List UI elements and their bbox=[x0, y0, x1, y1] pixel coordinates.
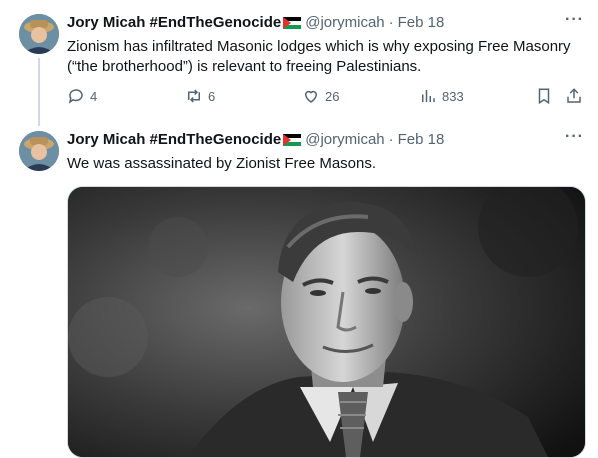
heart-icon bbox=[304, 90, 318, 103]
author-handle[interactable]: @jorymicah bbox=[305, 130, 384, 150]
separator: · bbox=[388, 14, 394, 31]
tweet-header: Jory Micah #EndTheGenocide @jorymicah · … bbox=[67, 130, 444, 150]
tweet-1[interactable]: Jory Micah #EndTheGenocide @jorymicah · … bbox=[0, 0, 598, 126]
tweet-header: Jory Micah #EndTheGenocide @jorymicah · … bbox=[67, 13, 444, 33]
thread-line bbox=[38, 58, 40, 126]
author-name[interactable]: Jory Micah #EndTheGenocide bbox=[67, 130, 281, 150]
reply-button[interactable]: 4 bbox=[67, 87, 97, 105]
tweet-date[interactable]: Feb 18 bbox=[398, 13, 445, 33]
tweet-media-image[interactable] bbox=[67, 186, 586, 458]
share-button[interactable] bbox=[565, 87, 588, 105]
more-icon[interactable]: ··· bbox=[565, 11, 584, 29]
tweet-actions: 4 6 26 833 bbox=[67, 87, 587, 109]
reply-count: 4 bbox=[90, 88, 98, 104]
views-icon bbox=[422, 90, 435, 102]
share-icon bbox=[567, 88, 581, 103]
palestine-flag-icon bbox=[283, 17, 302, 29]
separator: · bbox=[388, 131, 394, 148]
retweet-icon bbox=[188, 89, 200, 103]
like-button[interactable]: 26 bbox=[302, 87, 339, 105]
tweet-date[interactable]: Feb 18 bbox=[398, 130, 445, 150]
tweet-text: We was assassinated by Zionist Free Maso… bbox=[67, 154, 587, 174]
author-handle[interactable]: @jorymicah bbox=[305, 13, 384, 33]
views-button[interactable]: 833 bbox=[419, 87, 464, 105]
tweet-text-line: We was assassinated by Zionist Free Maso… bbox=[67, 155, 377, 172]
bookmark-button[interactable] bbox=[535, 87, 558, 105]
portrait-photo bbox=[68, 187, 585, 457]
reply-icon bbox=[68, 89, 83, 104]
tweet-text: Zionism has infiltrated Masonic lodges w… bbox=[67, 37, 587, 77]
view-count: 833 bbox=[442, 88, 464, 104]
retweet-count: 6 bbox=[208, 88, 216, 104]
avatar[interactable] bbox=[19, 14, 59, 54]
retweet-button[interactable]: 6 bbox=[185, 87, 215, 105]
author-name[interactable]: Jory Micah #EndTheGenocide bbox=[67, 13, 281, 33]
like-count: 26 bbox=[325, 88, 340, 104]
more-icon[interactable]: ··· bbox=[565, 128, 584, 146]
bookmark-icon bbox=[538, 88, 550, 105]
tweet-text-line: (“the brotherhood”) is relevant to freei… bbox=[67, 58, 422, 75]
avatar[interactable] bbox=[19, 131, 59, 171]
palestine-flag-icon bbox=[283, 134, 302, 146]
tweet-text-line: Zionism has infiltrated Masonic lodges w… bbox=[67, 38, 571, 55]
